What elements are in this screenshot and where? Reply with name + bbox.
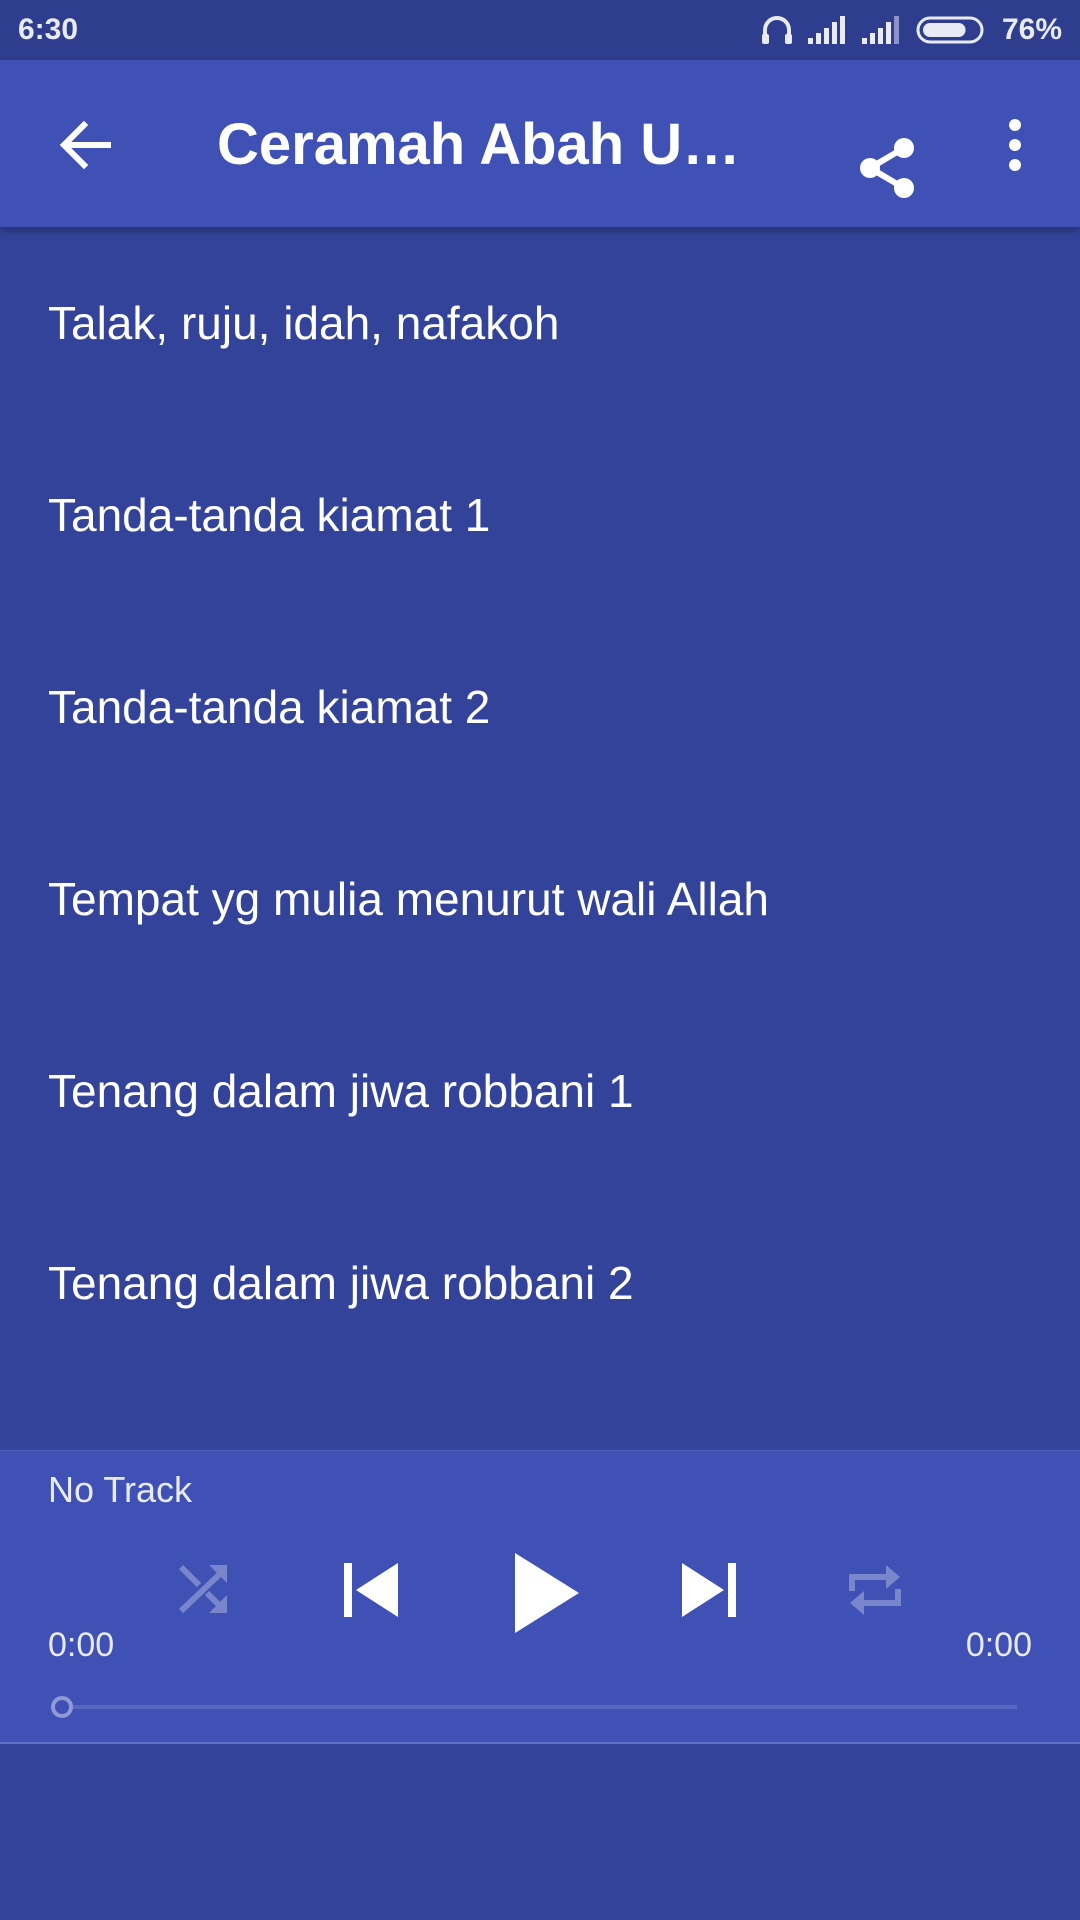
back-button[interactable]	[50, 110, 120, 180]
track-list: Talak, ruju, idah, nafakoh Tanda-tanda k…	[0, 227, 1080, 1450]
play-button[interactable]	[510, 1551, 584, 1635]
list-item[interactable]: Talak, ruju, idah, nafakoh	[0, 227, 1080, 419]
track-title: Tenang dalam jiwa robbani 1	[48, 1065, 634, 1117]
shuffle-button[interactable]	[176, 1561, 232, 1617]
now-playing-label: No Track	[48, 1469, 193, 1510]
more-vert-icon	[1009, 119, 1021, 171]
repeat-button[interactable]	[846, 1561, 904, 1619]
status-time: 6:30	[18, 13, 79, 46]
seek-bar[interactable]	[62, 1705, 1017, 1709]
next-button[interactable]	[680, 1561, 738, 1619]
track-title: Tanda-tanda kiamat 2	[48, 681, 491, 733]
play-icon	[515, 1553, 579, 1633]
list-item[interactable]: Tanda-tanda kiamat 2	[0, 611, 1080, 803]
shuffle-icon	[178, 1564, 227, 1614]
list-item[interactable]: Tanda-tanda kiamat 1	[0, 419, 1080, 611]
track-title: Talak, ruju, idah, nafakoh	[48, 297, 560, 349]
list-item[interactable]: Tenang dalam jiwa robbani 2	[0, 1187, 1080, 1379]
signal-icon	[807, 16, 848, 44]
share-button[interactable]	[852, 133, 922, 203]
skip-previous-icon	[344, 1563, 398, 1617]
status-bar: 6:30 76%	[0, 0, 1080, 60]
track-title: Tempat yg mulia menurut wali Allah	[48, 873, 769, 925]
signal-icon	[861, 16, 902, 44]
share-icon	[860, 138, 914, 198]
duration-time: 0:00	[965, 1626, 1032, 1664]
app-bar: Ceramah Abah Uci...	[0, 60, 1080, 227]
repeat-icon	[849, 1565, 901, 1615]
skip-next-icon	[682, 1563, 736, 1617]
battery-percent: 76%	[1001, 13, 1062, 46]
track-title: Tenang dalam jiwa robbani 2	[48, 1257, 634, 1309]
headphones-icon	[760, 14, 794, 46]
player-panel: No Track 0:00 0:00	[0, 1450, 1080, 1744]
status-icons: 76%	[760, 13, 1062, 47]
more-options-button[interactable]	[990, 110, 1040, 180]
arrow-left-icon	[59, 121, 111, 169]
page-title: Ceramah Abah Uci...	[217, 112, 757, 177]
track-title: Tanda-tanda kiamat 1	[48, 489, 491, 541]
seek-thumb[interactable]	[51, 1696, 73, 1718]
previous-button[interactable]	[342, 1561, 400, 1619]
list-item[interactable]: Tempat yg mulia menurut wali Allah	[0, 803, 1080, 995]
list-item[interactable]: Tenang dalam jiwa robbani 1	[0, 995, 1080, 1187]
elapsed-time: 0:00	[48, 1626, 115, 1664]
battery-icon	[916, 15, 988, 45]
